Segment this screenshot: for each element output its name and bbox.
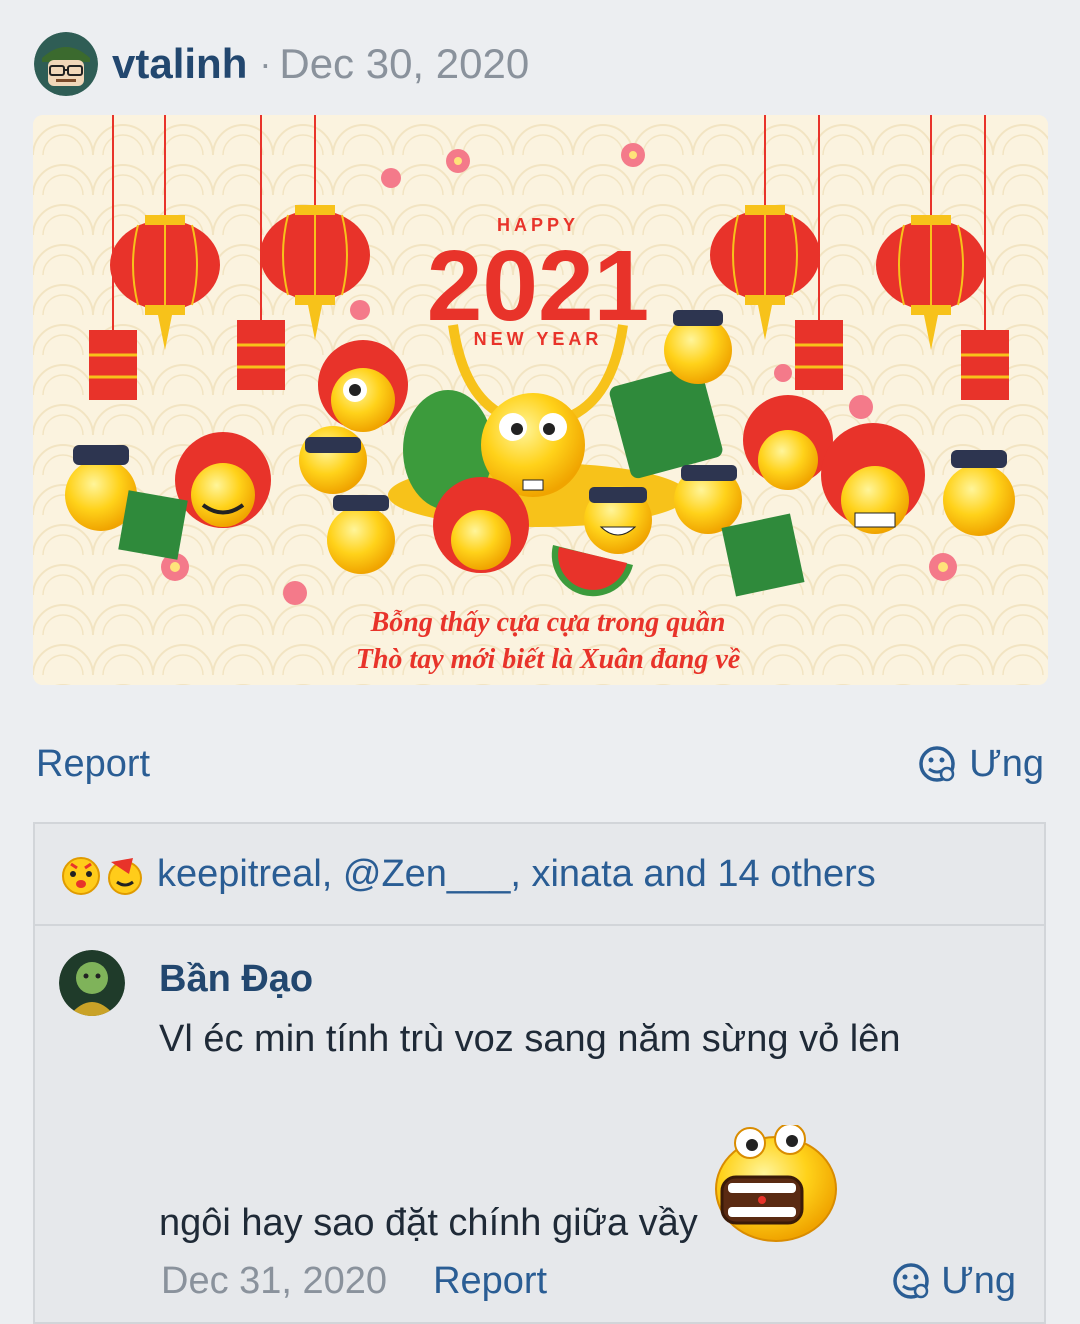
comment-text-line2: ngôi hay sao đặt chính giữa vầy <box>159 1202 698 1244</box>
reactions-summary-bar[interactable]: keepitreal, @Zen___, xinata and 14 other… <box>33 822 1046 924</box>
react-label: Ưng <box>969 742 1044 785</box>
comment-text-line2-wrap: ngôi hay sao đặt chính giữa vầy <box>159 1125 1019 1245</box>
reactors-list[interactable]: keepitreal, @Zen___, xinata and 14 other… <box>157 853 876 896</box>
post-header: vtalinh · Dec 30, 2020 <box>34 28 529 100</box>
comment-report-link[interactable]: Report <box>433 1260 547 1303</box>
comment-body: Vl éc min tính trù voz sang năm sừng vỏ … <box>159 1018 1019 1245</box>
banner-poem-line2: Thò tay mới biết là Xuân đang về <box>356 644 741 675</box>
post-username[interactable]: vtalinh <box>112 40 247 88</box>
comment-avatar[interactable] <box>59 950 125 1016</box>
new-year-banner-image[interactable]: HAPPY 2021 NEW YEAR Bỗng thấy cựa cựa tr… <box>33 115 1048 685</box>
reaction-emojis <box>59 852 147 896</box>
banner-year-text: 2021 <box>427 230 649 342</box>
comment-text-line1: Vl éc min tính trù voz sang năm sừng vỏ … <box>159 1018 901 1060</box>
post-actions: Report Ưng <box>36 736 1044 792</box>
reaction-face-icon <box>893 1263 930 1299</box>
comment-footer: Dec 31, 2020 Report Ưng <box>161 1256 1016 1306</box>
user-avatar[interactable] <box>34 32 98 96</box>
reaction-face-icon <box>919 746 956 782</box>
react-button[interactable]: Ưng <box>917 743 1044 786</box>
separator-dot: · <box>259 43 272 84</box>
banner-newyear-text: NEW YEAR <box>474 329 603 349</box>
banner-poem-line1: Bỗng thấy cựa cựa trong quần <box>370 607 726 638</box>
comment-date[interactable]: Dec 31, 2020 <box>161 1260 387 1303</box>
shocked-emoji-icon <box>714 1125 837 1242</box>
report-link[interactable]: Report <box>36 743 150 786</box>
comment-author[interactable]: Bần Đạo <box>159 958 313 1001</box>
kiss-emoji-icon <box>62 857 100 895</box>
comment-item: Bần Đạo Vl éc min tính trù voz sang năm … <box>33 924 1046 1324</box>
comment-react-button[interactable]: Ưng <box>891 1260 1016 1303</box>
post-date[interactable]: Dec 30, 2020 <box>279 40 529 88</box>
comment-react-label: Ưng <box>941 1259 1016 1302</box>
party-emoji-icon <box>108 858 142 895</box>
